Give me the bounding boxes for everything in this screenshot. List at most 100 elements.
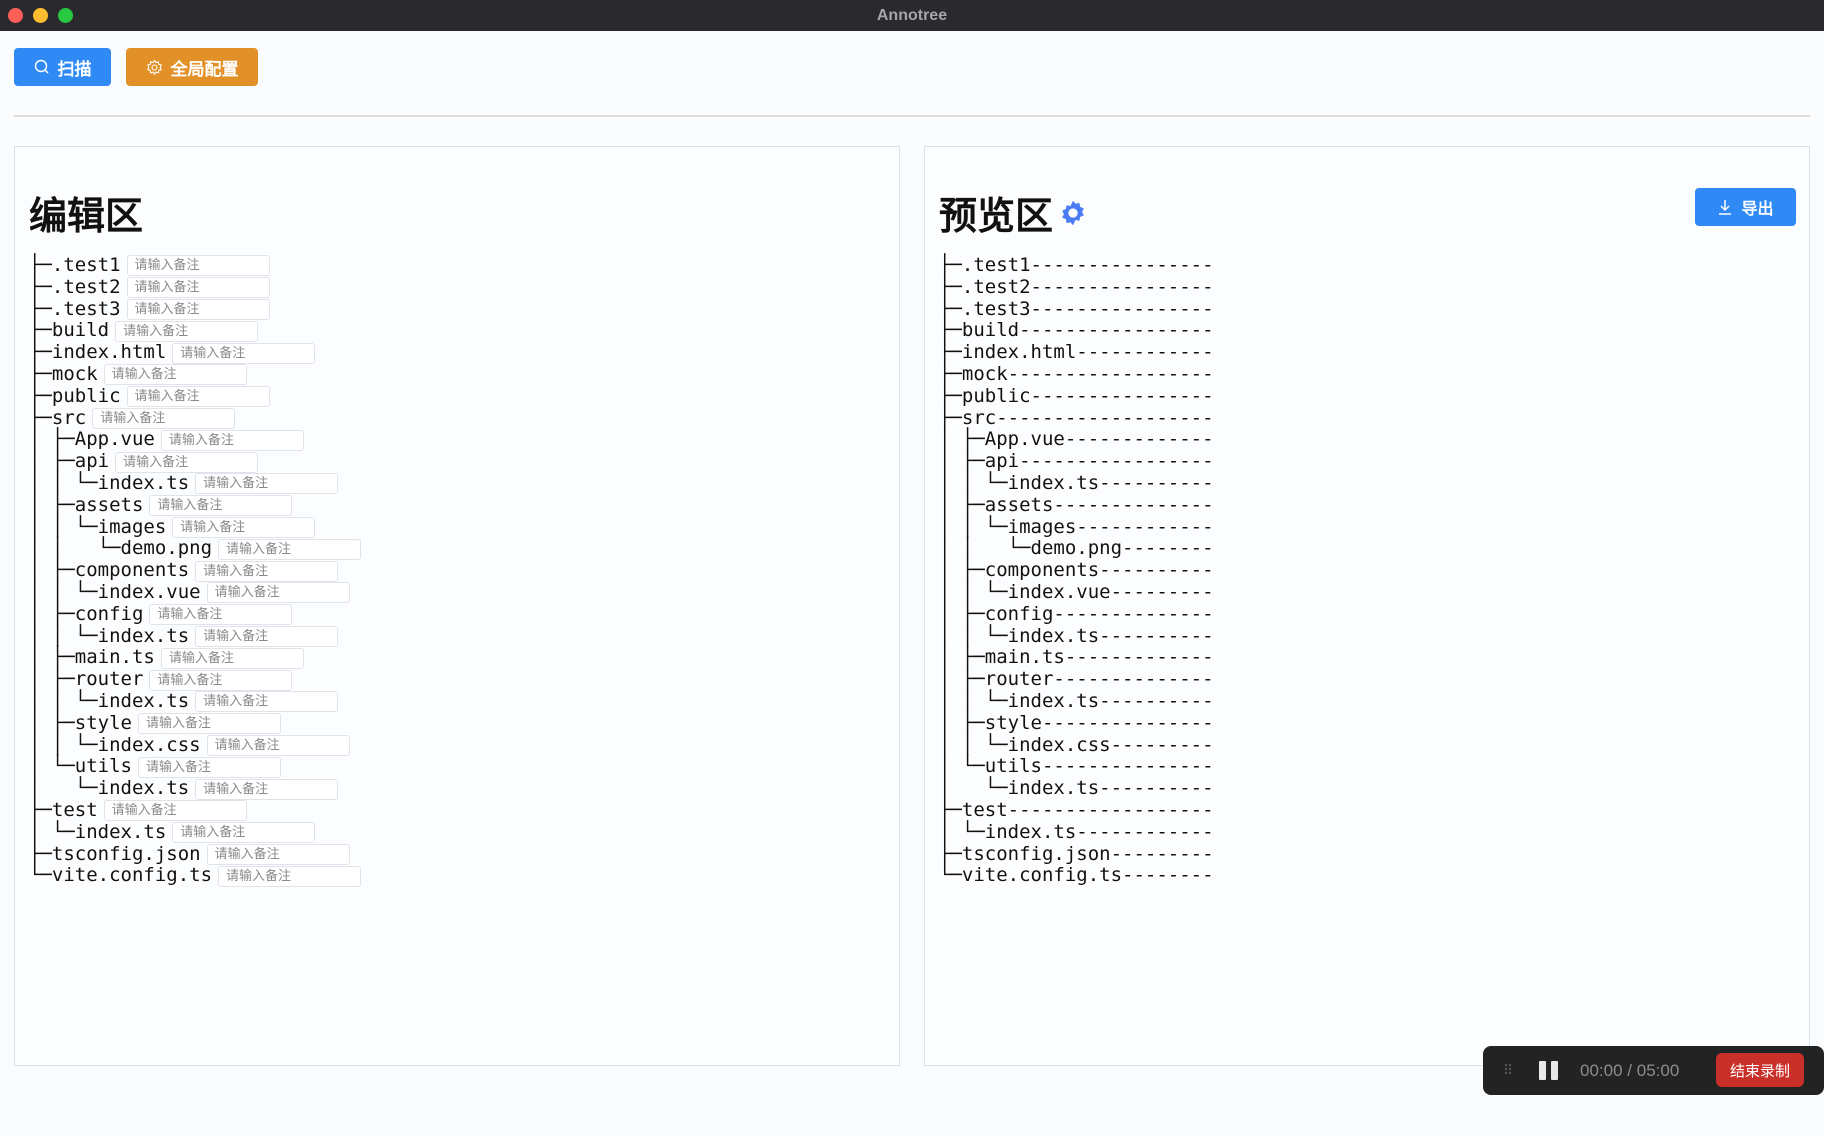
global-config-button[interactable]: 全局配置 — [126, 48, 258, 86]
file-name: style — [984, 711, 1042, 734]
note-input[interactable]: 请输入备注 — [92, 407, 236, 429]
editor-tree-row: ├─ .test1 请输入备注 — [29, 254, 361, 277]
note-input[interactable]: 请输入备注 — [206, 734, 350, 756]
maximize-window-button[interactable] — [58, 8, 73, 23]
close-window-button[interactable] — [8, 8, 23, 23]
tree-branch: │ ├─ — [29, 668, 75, 691]
preview-tree-row: ├─ tsconfig.json --------- — [939, 843, 1214, 866]
note-input[interactable]: 请输入备注 — [103, 364, 247, 386]
note-placeholder: 请输入备注 — [134, 280, 200, 296]
stop-recording-button[interactable]: 结束录制 — [1716, 1053, 1804, 1087]
editor-tree-row: │ │ └─ index.vue 请输入备注 — [29, 580, 361, 604]
file-name: tsconfig.json — [51, 842, 201, 865]
editor-tree-row: │ ├─ router 请输入备注 — [29, 668, 361, 691]
note-input[interactable]: 请输入备注 — [126, 277, 270, 299]
file-name: index.css — [1007, 733, 1111, 756]
export-button[interactable]: 导出 — [1695, 188, 1796, 226]
pause-button[interactable] — [1539, 1061, 1558, 1080]
dash-filler: ------------- — [1064, 428, 1214, 451]
note-input[interactable]: 请输入备注 — [137, 756, 281, 778]
tree-branch: ├─ — [29, 842, 52, 865]
tree-branch: ├─ — [29, 798, 52, 821]
tree-branch: ├─ — [939, 341, 962, 364]
editor-tree-row: │ │ └─ index.ts 请输入备注 — [29, 690, 361, 713]
time-separator: / — [1627, 1060, 1633, 1080]
drag-handle-icon[interactable]: ⠿ — [1503, 1062, 1519, 1079]
note-input[interactable]: 请输入备注 — [126, 255, 270, 277]
note-input[interactable]: 请输入备注 — [195, 625, 339, 647]
editor-tree-row: │ ├─ assets 请输入备注 — [29, 493, 361, 517]
tree-branch: │ │ └─ — [29, 471, 98, 494]
editor-tree-row: └─ vite.config.ts 请输入备注 — [29, 865, 362, 887]
settings-icon[interactable] — [1059, 199, 1087, 227]
editor-tree-row: │ └─ index.ts 请输入备注 — [29, 821, 361, 844]
note-input[interactable]: 请输入备注 — [126, 298, 270, 320]
preview-tree-row: └─ vite.config.ts -------- — [939, 865, 1214, 887]
note-input[interactable]: 请输入备注 — [206, 582, 350, 604]
minimize-window-button[interactable] — [33, 8, 48, 23]
file-name: .test1 — [51, 254, 121, 276]
note-input[interactable]: 请输入备注 — [160, 647, 304, 669]
file-name: index.ts — [97, 777, 190, 800]
note-input[interactable]: 请输入备注 — [206, 843, 350, 865]
file-name: src — [51, 406, 87, 429]
recording-time: 00:00 / 05:00 — [1580, 1061, 1679, 1081]
dash-filler: ---------------- — [1030, 275, 1214, 298]
note-input[interactable]: 请输入备注 — [137, 713, 281, 735]
note-input[interactable]: 请输入备注 — [115, 320, 259, 342]
file-name: demo.png — [120, 537, 213, 560]
tree-branch: │ │ └─ — [939, 537, 1031, 560]
elapsed-time: 00:00 — [1580, 1060, 1623, 1080]
note-input[interactable]: 请输入备注 — [149, 604, 293, 626]
dash-filler: ---------- — [1099, 624, 1214, 647]
editor-tree-row: ├─ src 请输入备注 — [29, 406, 361, 430]
note-input[interactable]: 请输入备注 — [103, 800, 247, 822]
note-input[interactable]: 请输入备注 — [160, 429, 304, 451]
file-name: index.ts — [984, 820, 1077, 843]
note-input[interactable]: 请输入备注 — [195, 473, 339, 495]
dash-filler: ------------- — [1064, 646, 1214, 669]
note-placeholder: 请输入备注 — [168, 432, 234, 448]
dash-filler: --------- — [1110, 733, 1214, 756]
note-input[interactable]: 请输入备注 — [195, 560, 339, 582]
note-input[interactable]: 请输入备注 — [172, 342, 316, 364]
scan-button[interactable]: 扫描 — [14, 48, 111, 86]
note-input[interactable]: 请输入备注 — [195, 778, 339, 800]
note-input[interactable]: 请输入备注 — [195, 691, 339, 713]
tree-branch: ├─ — [29, 362, 52, 385]
preview-tree-row: ├─ .test1 ---------------- — [939, 254, 1214, 277]
dash-filler: ------------ — [1076, 341, 1214, 364]
editor-tree-row: │ ├─ components 请输入备注 — [29, 559, 361, 582]
note-placeholder: 请输入备注 — [226, 868, 292, 884]
file-name: App.vue — [74, 428, 155, 451]
note-placeholder: 请输入备注 — [168, 650, 234, 666]
preview-tree-row: ├─ .test2 ---------------- — [939, 275, 1214, 299]
editor-tree-row: ├─ public 请输入备注 — [29, 385, 361, 408]
note-input[interactable]: 请输入备注 — [218, 865, 362, 887]
file-name: test — [51, 798, 98, 821]
file-name: index.vue — [97, 580, 201, 603]
note-input[interactable]: 请输入备注 — [149, 495, 293, 517]
file-name: assets — [74, 493, 144, 516]
note-input[interactable]: 请输入备注 — [172, 822, 316, 844]
file-name: index.html — [51, 341, 167, 364]
note-input[interactable]: 请输入备注 — [115, 451, 259, 473]
tree-branch: ├─ — [939, 384, 962, 407]
note-placeholder: 请输入备注 — [145, 759, 211, 775]
tree-branch: │ ├─ — [29, 711, 75, 734]
export-label: 导出 — [1741, 201, 1774, 218]
file-name: router — [984, 668, 1054, 691]
tree-branch: │ │ └─ — [939, 689, 1008, 712]
note-input[interactable]: 请输入备注 — [172, 516, 316, 538]
file-name: images — [97, 515, 167, 538]
tree-branch: │ │ └─ — [29, 733, 98, 756]
tree-branch: ├─ — [29, 297, 52, 320]
note-input[interactable]: 请输入备注 — [218, 538, 362, 560]
tree-branch: ├─ — [29, 319, 52, 342]
note-input[interactable]: 请输入备注 — [126, 386, 270, 408]
search-icon — [34, 59, 49, 74]
tree-branch: │ │ └─ — [939, 515, 1008, 538]
note-input[interactable]: 请输入备注 — [149, 669, 293, 691]
editor-tree-row: │ └─ index.ts 请输入备注 — [29, 777, 361, 800]
tree-branch: │ │ └─ — [29, 515, 98, 538]
